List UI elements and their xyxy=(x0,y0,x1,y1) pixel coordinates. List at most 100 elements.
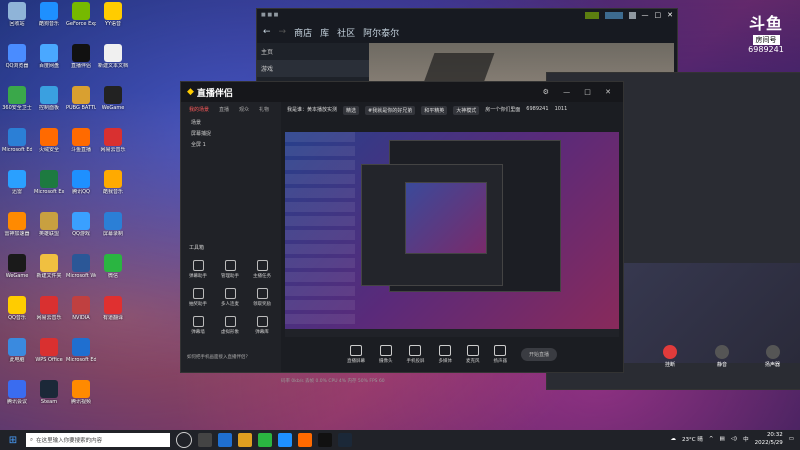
hangup-button[interactable]: 挂断 xyxy=(663,345,677,368)
douyu-icon[interactable] xyxy=(318,433,332,447)
desktop-icon[interactable]: 腾讯视频 xyxy=(66,380,96,405)
desktop-icon[interactable]: 控制面板 xyxy=(34,86,64,111)
wechat-taskbar-icon[interactable] xyxy=(258,433,272,447)
desktop-icon[interactable]: 屏幕录制 xyxy=(98,212,128,237)
desktop-icon[interactable]: Microsoft Excel 2010 xyxy=(34,170,64,195)
edge-icon[interactable] xyxy=(218,433,232,447)
live-companion-taskbar-icon[interactable] xyxy=(298,433,312,447)
tool-button[interactable]: 弹幕助手 xyxy=(185,260,211,279)
tab-library[interactable]: 库 xyxy=(320,26,329,39)
desktop-icon[interactable]: WeGame xyxy=(2,254,32,279)
task-view-icon[interactable] xyxy=(198,433,212,447)
search-box[interactable]: ⌕ 在这里输入你要搜索的内容 xyxy=(26,433,170,447)
desktop-icon[interactable]: 腾讯会议 xyxy=(2,380,32,405)
mobile-hint[interactable]: 如何把手机画面接入直播伴侣？ xyxy=(187,354,250,360)
tool-button[interactable]: 管理助手 xyxy=(217,260,243,279)
start-icon[interactable]: ⊞ xyxy=(0,435,26,446)
category-label[interactable]: 和平精英 xyxy=(421,106,448,115)
desktop-icon[interactable]: 雷神加速器 xyxy=(2,212,32,237)
desktop-icon[interactable]: 英雄联盟 xyxy=(34,212,64,237)
desktop-icon[interactable]: WPS Office xyxy=(34,338,64,363)
tool-button[interactable]: 多人连麦 xyxy=(217,288,243,307)
tool-button[interactable]: 弹幕墙 xyxy=(185,316,211,335)
tab-audience[interactable]: 观众 xyxy=(239,106,249,113)
source-button[interactable]: 多媒体 xyxy=(438,344,452,364)
desktop-icon[interactable]: 网易云音乐 xyxy=(34,296,64,321)
sidebar-item-games[interactable]: 游戏 xyxy=(257,60,369,77)
tool-button[interactable]: 抽奖助手 xyxy=(185,288,211,307)
desktop-icon[interactable]: 酷狗音乐 xyxy=(34,2,64,27)
sidebar-item-home[interactable]: 主页 xyxy=(257,43,369,60)
desktop-icon[interactable]: GeForce Experience xyxy=(66,2,96,27)
desktop-icon[interactable]: QQ游戏 xyxy=(66,212,96,237)
tray-arrow-icon[interactable]: ^ xyxy=(709,436,714,442)
desktop-icon[interactable]: 有道翻译 xyxy=(98,296,128,321)
source-button[interactable]: 麦克风 xyxy=(466,344,479,364)
source-button[interactable]: 直播屏幕 xyxy=(347,344,365,364)
qq-icon[interactable] xyxy=(278,433,292,447)
tab-gifts[interactable]: 礼物 xyxy=(259,106,269,113)
close-icon[interactable]: ✕ xyxy=(667,11,673,19)
stream-preview[interactable] xyxy=(285,132,619,337)
maximize-icon[interactable]: □ xyxy=(655,11,662,19)
desktop-icon[interactable]: 斗鱼直播 xyxy=(66,128,96,153)
friends-icon[interactable] xyxy=(604,11,623,19)
source-button[interactable]: 摄像头 xyxy=(379,344,392,364)
minimize-icon[interactable]: — xyxy=(642,11,649,19)
cortana-icon[interactable] xyxy=(176,432,192,448)
back-icon[interactable]: ← xyxy=(263,27,271,37)
clock[interactable]: 20:32 2022/5/29 xyxy=(755,431,783,447)
desktop-icon[interactable]: Microsoft Edge xyxy=(2,128,32,153)
scene-item[interactable]: 场景 xyxy=(181,117,281,128)
desktop-icon[interactable]: 直播伴侣 xyxy=(66,44,96,69)
source-button[interactable]: 手机投屏 xyxy=(406,344,424,364)
tab-user[interactable]: 阿尔泰尔 xyxy=(363,26,399,39)
desktop-icon[interactable]: 微信 xyxy=(98,254,128,279)
live-companion-window[interactable]: ◆ 直播伴侣 ⚙ — □ ✕ 我的场景 直播 观众 礼物 场景 屏幕捕捉 全屏 … xyxy=(180,81,624,384)
desktop-icon[interactable]: 腾讯QQ xyxy=(66,170,96,195)
tool-button[interactable]: 虚拟形象 xyxy=(217,316,243,335)
desktop-icon[interactable]: Steam xyxy=(34,380,64,405)
stream-title[interactable]: 我是谁：黄本播放实测 xyxy=(287,106,337,115)
scene-item[interactable]: 全屏 1 xyxy=(181,139,281,150)
desktop-icon[interactable]: 回收站 xyxy=(2,2,32,27)
notification-center-icon[interactable]: ▭ xyxy=(789,436,794,442)
tab-store[interactable]: 商店 xyxy=(294,26,312,39)
desktop-icon[interactable]: Microsoft Word 2010 xyxy=(66,254,96,279)
scene-item[interactable]: 屏幕捕捉 xyxy=(181,128,281,139)
window-controls[interactable]: ⚙ — □ ✕ xyxy=(543,88,617,96)
desktop-icon[interactable]: 酷我音乐 xyxy=(98,170,128,195)
stream-tag[interactable]: #我就是你的好兄弟 xyxy=(365,106,416,115)
desktop-icon[interactable]: WeGame xyxy=(98,86,128,111)
desktop-icon[interactable]: QQ音乐 xyxy=(2,296,32,321)
speaker-button[interactable]: 扬声器 xyxy=(765,345,780,368)
desktop-icon[interactable]: 迅雷 xyxy=(2,170,32,195)
file-explorer-icon[interactable] xyxy=(238,433,252,447)
volume-icon[interactable]: ◁) xyxy=(731,436,737,442)
steam-taskbar-icon[interactable] xyxy=(338,433,352,447)
desktop-icon[interactable]: 新建文本文档 xyxy=(98,44,128,69)
tool-button[interactable]: 弹幕库 xyxy=(249,316,275,335)
tab-community[interactable]: 社区 xyxy=(337,26,355,39)
desktop-icon[interactable]: 火绒安全 xyxy=(34,128,64,153)
tool-button[interactable]: 主播任务 xyxy=(249,260,275,279)
start-live-button[interactable]: 开始直播 xyxy=(520,347,557,361)
notification-icon[interactable] xyxy=(584,11,599,19)
steam-menu[interactable]: ■ ■ ■ xyxy=(261,12,278,18)
desktop-icon[interactable]: PUBG BATTLEGROUNDS xyxy=(66,86,96,111)
desktop-icon[interactable]: 网易云音乐 xyxy=(98,128,128,153)
avatar[interactable] xyxy=(628,11,636,19)
tab-scenes[interactable]: 我的场景 xyxy=(189,106,209,113)
forward-icon[interactable]: → xyxy=(279,27,287,37)
tool-button[interactable]: 领取奖励 xyxy=(249,288,275,307)
desktop-icon[interactable]: 新建文件夹 xyxy=(34,254,64,279)
stream-tag[interactable]: 精选 xyxy=(343,106,360,115)
weather-text[interactable]: 23°C 晴 xyxy=(682,435,703,443)
mode-label[interactable]: 大神模式 xyxy=(453,106,480,115)
desktop-icon[interactable]: QQ浏览器 xyxy=(2,44,32,69)
desktop-icon[interactable]: 此电脑 xyxy=(2,338,32,363)
tab-live[interactable]: 直播 xyxy=(219,106,229,113)
desktop-icon[interactable]: NVIDIA xyxy=(66,296,96,321)
desktop-icon[interactable]: Microsoft Edge xyxy=(66,338,96,363)
network-icon[interactable]: ▤ xyxy=(719,436,724,442)
